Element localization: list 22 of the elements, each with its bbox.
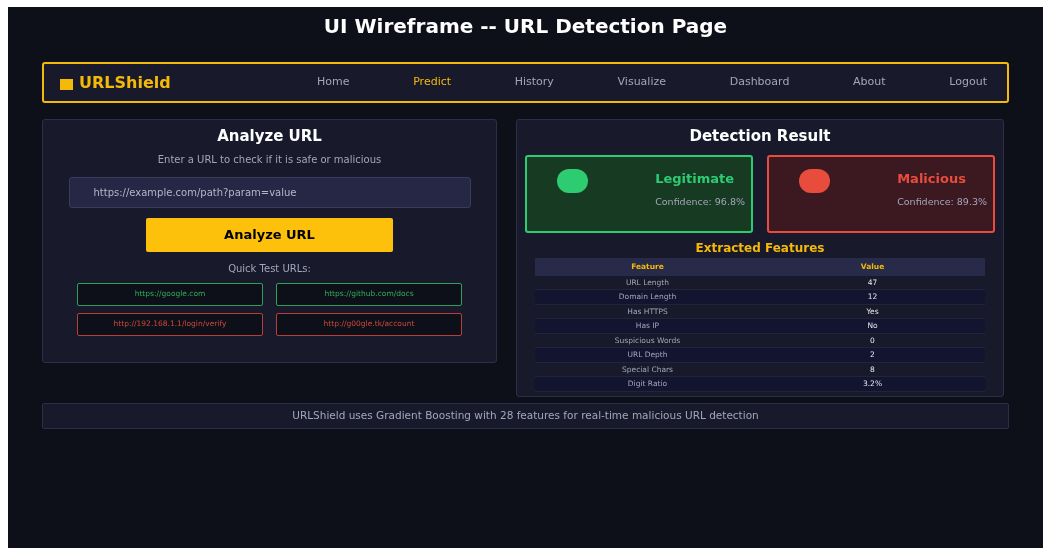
result-label: Malicious (897, 169, 966, 188)
analyze-button[interactable]: Analyze URL (146, 217, 393, 252)
nav-link[interactable]: Predict (413, 74, 452, 91)
url-input-field[interactable]: https://example.com/path?param=value (68, 176, 471, 208)
nav-link[interactable]: Logout (949, 74, 987, 91)
nav-link[interactable]: Dashboard (729, 74, 790, 91)
logo-icon (60, 79, 73, 90)
result-label: Legitimate (655, 169, 735, 188)
page-title: UI Wireframe -- URL Detection Page (323, 13, 728, 40)
nav-link[interactable]: Visualize (617, 74, 666, 91)
confidence-text: Confidence: 89.3% (897, 195, 987, 209)
confidence-text: Confidence: 96.8% (655, 195, 745, 209)
features-title: Extracted Features (695, 239, 825, 257)
quick-test-label: Quick Test URLs: (228, 261, 311, 276)
nav-link[interactable]: History (514, 74, 554, 91)
brand-name: URLShield (79, 71, 172, 94)
panel-subtitle: Enter a URL to check if it is safe or malicious (157, 152, 382, 167)
nav-link[interactable]: Home (317, 74, 350, 91)
nav-link[interactable]: About (853, 74, 886, 91)
panel-title: Analyze URL (217, 126, 322, 147)
footer-text: URLShield uses Gradient Boosting with 28 features for real-time malicious URL detection (292, 408, 759, 424)
panel-title: Detection Result (689, 126, 831, 147)
